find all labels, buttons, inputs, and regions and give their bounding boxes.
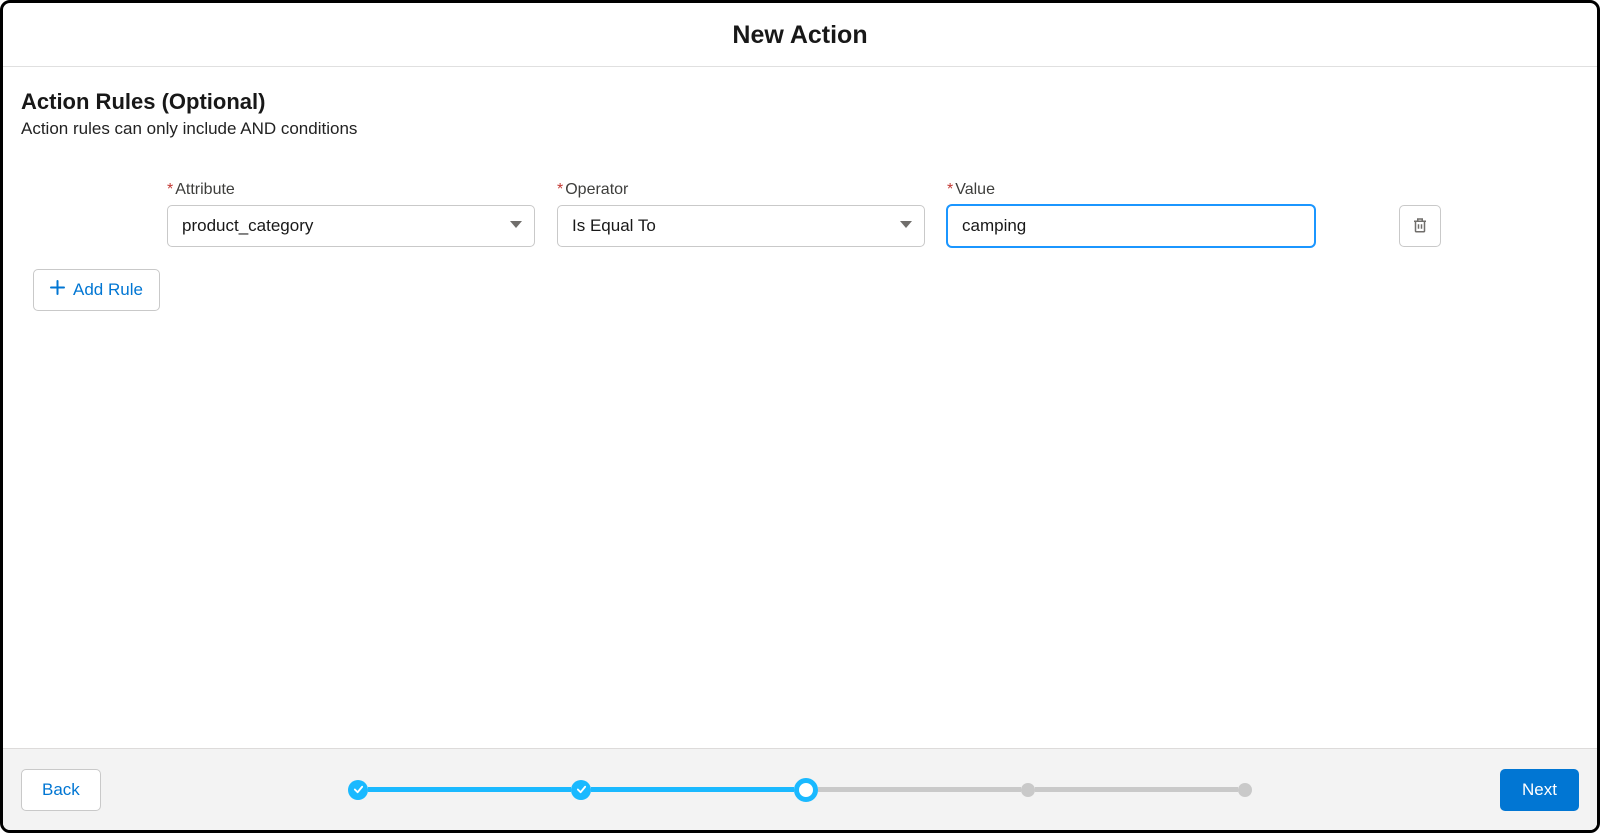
section-title: Action Rules (Optional) <box>21 89 1579 115</box>
required-asterisk: * <box>947 181 953 198</box>
add-rule-button[interactable]: Add Rule <box>33 269 160 311</box>
operator-label: *Operator <box>557 181 925 199</box>
modal-container: New Action Action Rules (Optional) Actio… <box>0 0 1600 833</box>
check-icon <box>353 784 364 795</box>
required-asterisk: * <box>167 181 173 198</box>
progress-step-5[interactable] <box>1238 783 1252 797</box>
progress-step-1[interactable] <box>348 780 368 800</box>
attribute-field: *Attribute product_category <box>167 181 535 247</box>
operator-field: *Operator Is Equal To <box>557 181 925 247</box>
progress-segment <box>818 787 1021 792</box>
progress-step-3-current[interactable] <box>794 778 818 802</box>
modal-content: Action Rules (Optional) Action rules can… <box>3 67 1597 748</box>
progress-segment <box>368 787 571 792</box>
progress-step-4[interactable] <box>1021 783 1035 797</box>
attribute-label: *Attribute <box>167 181 535 199</box>
progress-indicator <box>348 778 1252 802</box>
check-icon <box>576 784 587 795</box>
modal-footer: Back <box>3 748 1597 830</box>
value-field: *Value <box>947 181 1315 247</box>
required-asterisk: * <box>557 181 563 198</box>
operator-value: Is Equal To <box>557 205 925 247</box>
next-button[interactable]: Next <box>1500 769 1579 811</box>
progress-segment <box>591 787 794 792</box>
attribute-combobox[interactable]: product_category <box>167 205 535 247</box>
rule-row: *Attribute product_category *Operator Is… <box>21 181 1579 247</box>
section-subtitle: Action rules can only include AND condit… <box>21 119 1579 139</box>
add-rule-label: Add Rule <box>73 280 143 300</box>
value-label: *Value <box>947 181 1315 199</box>
value-input[interactable] <box>947 205 1315 247</box>
plus-icon <box>50 280 65 300</box>
attribute-value: product_category <box>167 205 535 247</box>
modal-header: New Action <box>3 3 1597 67</box>
operator-combobox[interactable]: Is Equal To <box>557 205 925 247</box>
delete-rule-button[interactable] <box>1399 205 1441 247</box>
back-button[interactable]: Back <box>21 769 101 811</box>
progress-step-2[interactable] <box>571 780 591 800</box>
modal-title: New Action <box>3 21 1597 50</box>
progress-segment <box>1035 787 1238 792</box>
trash-icon <box>1411 216 1429 237</box>
